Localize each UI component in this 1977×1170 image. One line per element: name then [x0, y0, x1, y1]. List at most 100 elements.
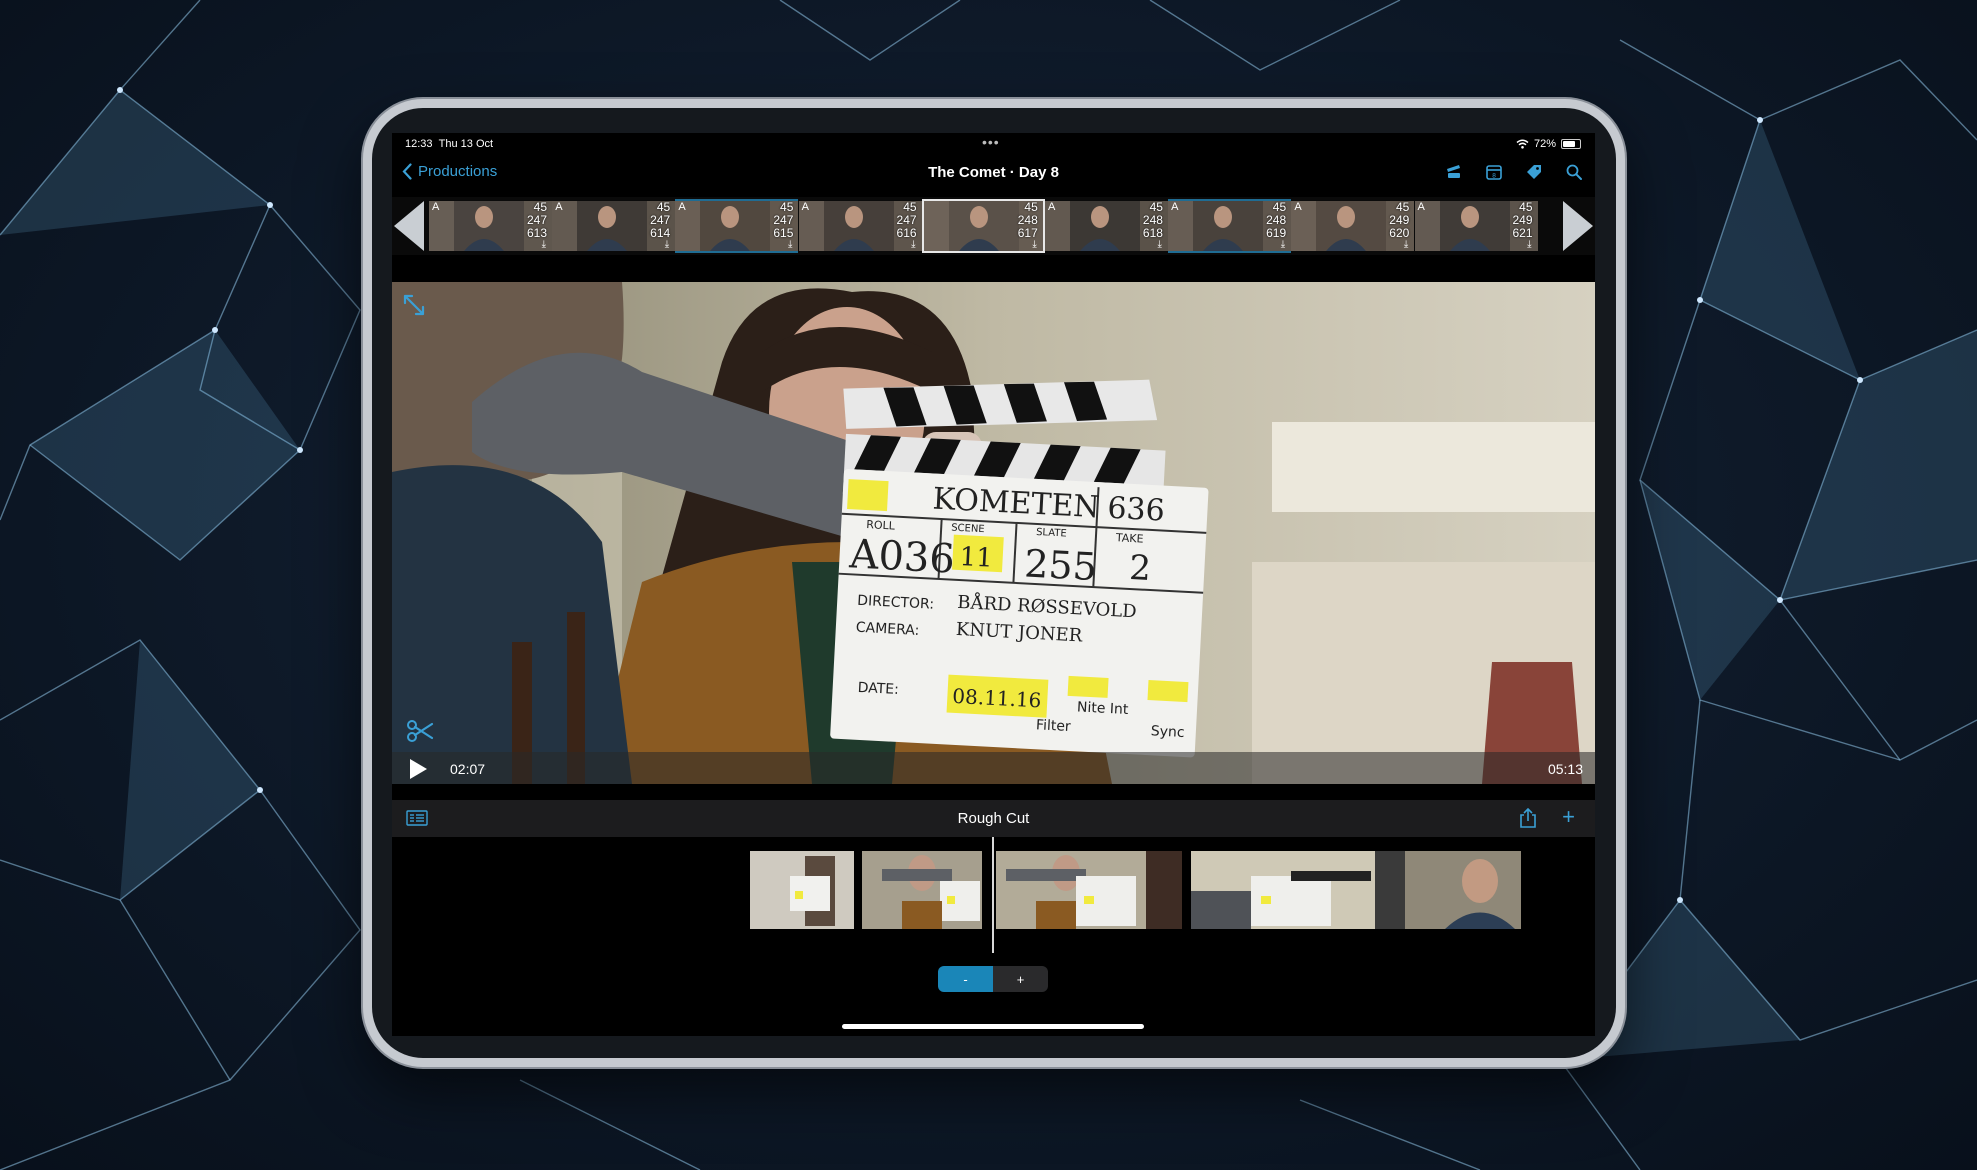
clip-meta: 45 248 619 [1266, 201, 1286, 240]
clip-thumbnail[interactable]: A 45 248 619 ⤓ [1168, 199, 1292, 253]
share-icon[interactable] [1519, 808, 1537, 829]
rough-cut-timeline[interactable]: - + [392, 837, 1595, 997]
clip-thumbnail[interactable]: 45 248 617 ⤓ [921, 199, 1045, 253]
clip-scene: 45 [1024, 200, 1038, 214]
download-icon[interactable]: ⤓ [788, 239, 792, 250]
clip-meta: 45 248 617 [1018, 201, 1038, 240]
clip-thumbnail[interactable]: A 45 248 618 ⤓ [1044, 199, 1168, 253]
zoom-out-button[interactable]: - [938, 966, 993, 992]
timeline-clip[interactable] [996, 851, 1182, 929]
download-icon[interactable]: ⤓ [542, 239, 546, 250]
clip-slate: 247 [896, 213, 917, 227]
clip-meta: 45 248 618 [1143, 201, 1163, 240]
clip-camera: A [1417, 201, 1425, 213]
clip-meta: 45 247 615 [773, 201, 793, 240]
clip-take: 621 [1512, 226, 1533, 240]
clip-scene: 45 [1395, 200, 1410, 214]
clip-slate: 247 [773, 213, 794, 227]
clip-thumbnail[interactable]: A 45 249 620 ⤓ [1291, 199, 1415, 253]
battery-icon [1561, 139, 1581, 149]
clip-camera: A [1294, 201, 1302, 213]
clip-strip: A 45 247 613 ⤓ A 45 247 614 ⤓ A 45 247 615 ⤓ A 45 247 616 ⤓… [392, 197, 1595, 255]
app-screen: 12:33 Thu 13 Oct ••• 72% Productions The… [392, 133, 1595, 1036]
clip-thumbnail[interactable]: A 45 247 613 ⤓ [429, 199, 552, 253]
slate-icon[interactable] [1445, 163, 1463, 181]
clip-slate: 249 [1389, 213, 1410, 227]
timeline-clip[interactable] [750, 851, 854, 929]
slate-date: 08.11.16 [952, 684, 1042, 713]
strip-next-arrow[interactable] [1561, 199, 1595, 253]
slate-prod-no: 636 [1107, 491, 1166, 529]
slate-take: 2 [1128, 548, 1152, 589]
play-icon[interactable] [408, 758, 428, 780]
clip-meta: 45 247 616 [897, 201, 917, 240]
slate-nite-int: Nite Int [1077, 699, 1130, 718]
tag-icon[interactable] [1525, 163, 1543, 181]
clip-take: 617 [1017, 226, 1038, 240]
status-bar: 12:33 Thu 13 Oct ••• 72% [392, 133, 1595, 155]
battery-percent: 72% [1533, 138, 1556, 150]
download-icon[interactable]: ⤓ [1032, 239, 1036, 250]
download-icon[interactable]: ⤓ [665, 239, 669, 250]
clip-slate: 247 [650, 213, 671, 227]
clip-slate: 247 [526, 213, 547, 227]
timeline-clip[interactable] [1375, 851, 1521, 929]
download-icon[interactable]: ⤓ [1527, 239, 1531, 250]
back-button[interactable]: Productions [402, 163, 497, 180]
clip-scene: 45 [903, 200, 917, 214]
clip-thumbnails: A 45 247 613 ⤓ A 45 247 614 ⤓ A 45 247 615 ⤓ A 45 247 616 ⤓… [429, 199, 1538, 253]
slate-scene-label: SCENE [951, 523, 985, 536]
home-indicator[interactable] [842, 1024, 1144, 1029]
clip-thumbnail[interactable]: A 45 249 621 ⤓ [1414, 199, 1538, 253]
status-time: 12:33 Thu 13 Oct [405, 138, 494, 150]
timeline-clip[interactable] [862, 851, 982, 929]
slate-number: 255 [1023, 541, 1098, 589]
clip-camera: A [1047, 201, 1056, 213]
calendar-icon[interactable]: 8 [1485, 163, 1503, 181]
zoom-control: - + [938, 966, 1048, 992]
timeline-clip[interactable] [1191, 851, 1375, 929]
clip-camera: A [432, 201, 440, 213]
playback-controls: 02:07 05:13 [392, 752, 1595, 784]
status-right: 72% [1516, 138, 1581, 150]
svg-text:8: 8 [1492, 173, 1496, 180]
clip-thumbnail[interactable]: A 45 247 614 ⤓ [552, 199, 676, 253]
download-icon[interactable]: ⤓ [1404, 239, 1408, 250]
clip-slate: 248 [1266, 213, 1287, 227]
zoom-in-button[interactable]: + [993, 966, 1048, 992]
fullscreen-expand-icon[interactable] [402, 293, 426, 317]
add-clip-button[interactable]: + [1562, 806, 1575, 828]
clip-slate: 248 [1142, 213, 1163, 227]
clip-meta: 45 249 621 [1512, 201, 1532, 240]
clip-thumbnail[interactable]: A 45 247 615 ⤓ [675, 199, 799, 253]
chevron-left-icon [402, 163, 412, 180]
search-icon[interactable] [1565, 163, 1583, 181]
slate-filter: Filter [1036, 717, 1072, 735]
download-icon[interactable]: ⤓ [1281, 239, 1285, 250]
clip-thumbnail[interactable]: A 45 247 616 ⤓ [798, 199, 922, 253]
clip-slate: 249 [1512, 213, 1533, 227]
wifi-icon [1516, 139, 1529, 149]
scissors-icon[interactable] [406, 719, 434, 743]
download-icon[interactable]: ⤓ [1158, 239, 1162, 250]
multitasking-dots[interactable]: ••• [982, 134, 1000, 150]
rough-cut-title: Rough Cut [957, 810, 1030, 827]
video-player[interactable]: KOMETEN 636 ROLL SCENE SLATE TAKE A036 1… [392, 282, 1595, 784]
total-time: 05:13 [1547, 761, 1583, 777]
clip-meta: 45 247 614 [650, 201, 670, 240]
clip-take: 616 [896, 226, 917, 240]
slate-date-label: DATE: [857, 680, 899, 698]
clip-scene: 45 [1149, 200, 1163, 214]
timeline-playhead[interactable] [992, 837, 994, 953]
clip-camera: A [1171, 201, 1179, 213]
clip-camera: A [555, 201, 563, 213]
list-icon[interactable] [406, 810, 428, 826]
slate-take-label: TAKE [1115, 531, 1144, 545]
current-time: 02:07 [450, 761, 486, 777]
clip-camera: A [801, 201, 809, 213]
clip-scene: 45 [1272, 200, 1287, 214]
clip-take: 614 [650, 226, 671, 240]
download-icon[interactable]: ⤓ [911, 239, 915, 250]
clip-scene: 45 [780, 200, 794, 214]
strip-prev-arrow[interactable] [392, 199, 426, 253]
